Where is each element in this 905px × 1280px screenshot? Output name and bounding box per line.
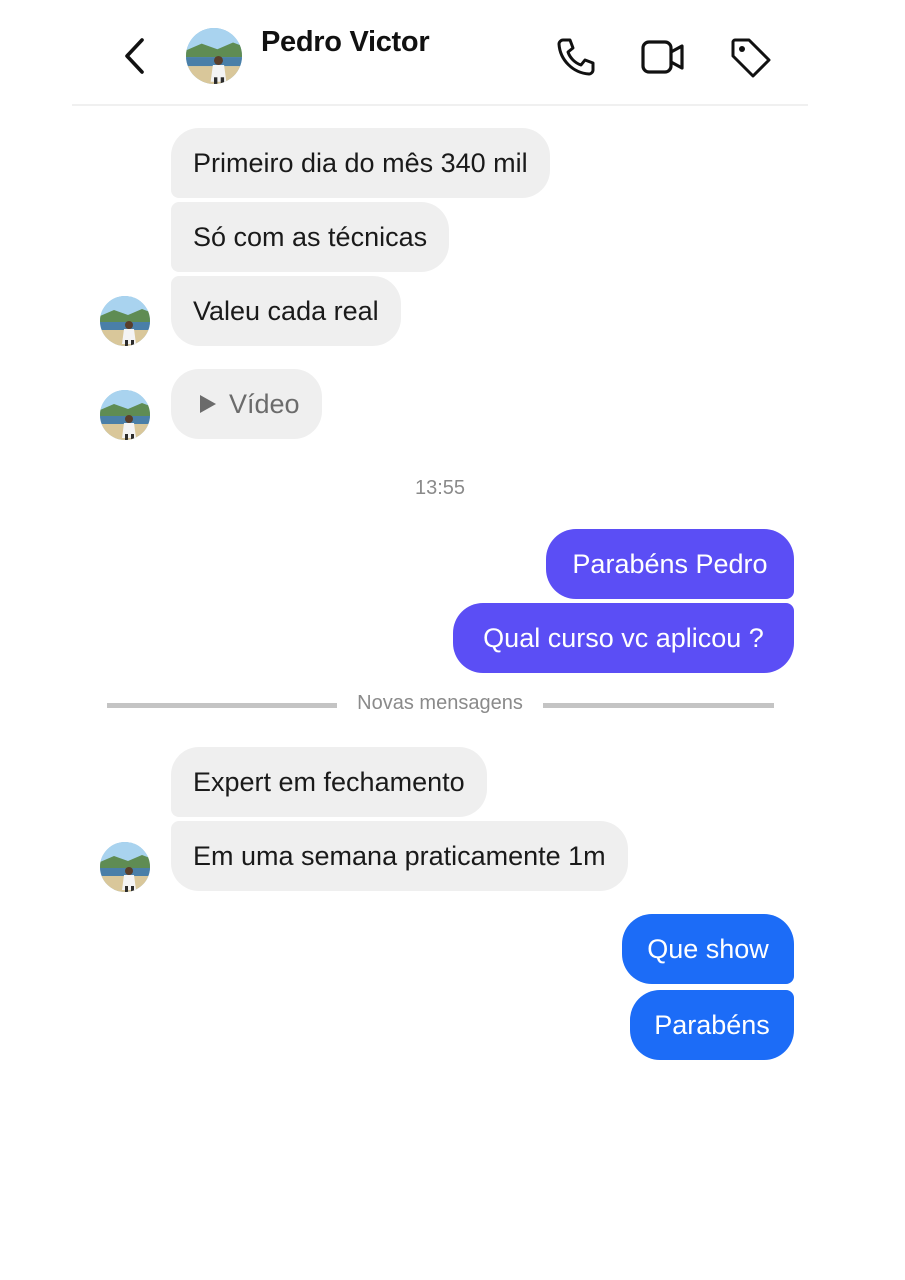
sent-message[interactable]: Que show [622,914,794,984]
message-text: Em uma semana praticamente 1m [193,841,606,871]
new-messages-divider-line [543,703,774,708]
chevron-left-icon [125,38,144,74]
play-icon [200,395,216,413]
tag-icon [731,38,771,78]
message-text: Só com as técnicas [193,222,428,252]
video-call-button[interactable] [640,34,686,80]
new-messages-label: Novas mensagens [357,692,523,714]
back-button[interactable] [118,34,154,78]
message-text: Primeiro dia do mês 340 mil [193,148,528,178]
message-text: Que show [647,934,769,964]
contact-name[interactable]: Pedro Victor [261,26,430,59]
message-text: Valeu cada real [193,296,379,326]
sent-message[interactable]: Parabéns Pedro [546,529,794,599]
incoming-message[interactable]: Valeu cada real [171,276,401,346]
sender-avatar[interactable] [100,842,150,892]
message-text: Parabéns [654,1010,770,1040]
incoming-message[interactable]: Em uma semana praticamente 1m [171,821,628,891]
sender-avatar[interactable] [100,390,150,440]
phone-icon [557,38,595,76]
message-text: Parabéns Pedro [572,549,768,579]
sender-avatar[interactable] [100,296,150,346]
header-divider [72,104,808,106]
chat-header: Pedro Victor [0,0,905,106]
incoming-message[interactable]: Só com as técnicas [171,202,450,272]
sent-message[interactable]: Qual curso vc aplicou ? [453,603,794,673]
video-camera-icon [641,40,684,74]
video-message[interactable]: Vídeo [171,369,322,439]
incoming-message[interactable]: Primeiro dia do mês 340 mil [171,128,550,198]
message-text: Expert em fechamento [193,767,465,797]
incoming-message[interactable]: Expert em fechamento [171,747,487,817]
sent-message[interactable]: Parabéns [630,990,794,1060]
contact-avatar[interactable] [186,28,242,84]
video-label: Vídeo [229,389,300,419]
message-timestamp: 13:55 [414,477,466,499]
tag-button[interactable] [727,34,773,80]
call-button[interactable] [553,34,599,80]
new-messages-divider-line [107,703,337,708]
message-text: Qual curso vc aplicou ? [483,623,764,653]
